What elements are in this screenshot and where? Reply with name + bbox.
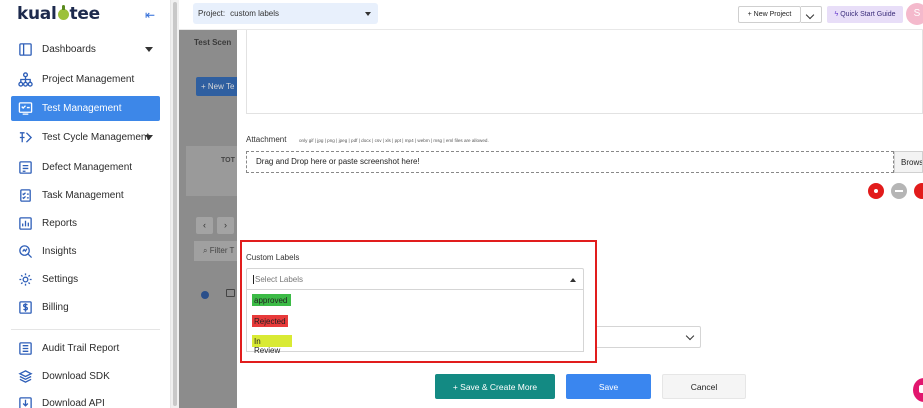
- new-project-dropdown-icon[interactable]: [801, 6, 822, 23]
- lightning-icon: ϟ: [834, 11, 839, 18]
- background-total-label: TOT: [221, 157, 235, 164]
- background-card: [186, 146, 239, 196]
- test-cycle-icon: [17, 130, 33, 146]
- sidebar-item-dashboards[interactable]: Dashboards: [11, 37, 160, 62]
- sidebar-item-task-management[interactable]: Task Management: [11, 183, 160, 208]
- sidebar-item-label: Dashboards: [42, 44, 96, 55]
- background-tab: Test Scen: [194, 38, 232, 47]
- sidebar-item-label: Download SDK: [42, 371, 110, 382]
- download-api-icon: [17, 396, 33, 408]
- save-and-create-more-button[interactable]: + Save & Create More: [435, 374, 555, 399]
- sidebar-item-project-management[interactable]: Project Management: [11, 67, 160, 92]
- sidebar-item-defect-management[interactable]: Defect Management: [11, 155, 160, 180]
- record-icon[interactable]: [868, 183, 884, 199]
- hidden-field-select[interactable]: [597, 326, 701, 348]
- background-new-button: + New Te: [196, 77, 240, 96]
- save-button[interactable]: Save: [566, 374, 651, 399]
- attachment-dropzone[interactable]: Drag and Drop here or paste screenshot h…: [246, 151, 894, 173]
- sidebar-item-label: Billing: [42, 302, 69, 313]
- chevron-down-icon: [145, 47, 153, 52]
- quick-start-guide-button[interactable]: ϟ Quick Start Guide: [827, 6, 903, 23]
- sidebar-item-label: Insights: [42, 246, 77, 257]
- defect-icon: [17, 160, 33, 176]
- sidebar-item-label: Reports: [42, 218, 78, 229]
- chevron-down-icon: [145, 135, 153, 140]
- insights-icon: [17, 244, 33, 260]
- custom-labels-dropdown: [246, 290, 584, 352]
- sidebar-divider: [11, 329, 160, 330]
- sidebar-item-insights[interactable]: Insights: [11, 239, 160, 264]
- browse-button[interactable]: Browse: [894, 151, 923, 173]
- stop-icon[interactable]: [891, 183, 907, 199]
- chevron-down-icon: [365, 12, 371, 16]
- custom-labels-title: Custom Labels: [246, 253, 300, 262]
- search-icon: ⌕: [203, 246, 210, 255]
- settings-icon: [17, 272, 33, 288]
- label-option-in-review[interactable]: In Review: [252, 335, 292, 355]
- task-icon: [17, 188, 33, 204]
- sidebar-item-label: Test Management: [42, 103, 122, 114]
- logo-leaf-icon: [57, 5, 69, 20]
- background-next-icon: ›: [217, 217, 234, 234]
- description-editor[interactable]: [246, 30, 923, 114]
- reports-icon: [17, 216, 33, 232]
- sidebar-item-billing[interactable]: Billing: [11, 295, 160, 320]
- app-root: kual tee ⇤ Dashboards Project Management …: [0, 0, 923, 408]
- text-cursor: [253, 275, 254, 284]
- sidebar-item-download-api[interactable]: Download API: [11, 391, 160, 408]
- sidebar-item-label: Project Management: [42, 74, 135, 85]
- project-selector[interactable]: Project: custom labels: [193, 3, 378, 24]
- project-tree-icon: [17, 72, 33, 88]
- sidebar-item-reports[interactable]: Reports: [11, 211, 160, 236]
- audit-icon: [17, 341, 33, 357]
- sidebar-item-label: Test Cycle Management: [42, 132, 150, 143]
- download-sdk-icon: [17, 369, 33, 385]
- custom-labels-select[interactable]: Select Labels: [246, 268, 584, 290]
- sidebar: kual tee ⇤ Dashboards Project Management …: [0, 0, 171, 408]
- label-option-approved[interactable]: approved: [252, 294, 291, 306]
- background-folder-icon: [226, 289, 235, 297]
- project-value: custom labels: [230, 9, 280, 18]
- attachment-label: Attachment: [246, 135, 287, 144]
- background-filter-input: ⌕ Filter T: [194, 241, 239, 261]
- sidebar-item-label: Settings: [42, 274, 79, 285]
- billing-icon: [17, 300, 33, 316]
- sidebar-item-audit-trail-report[interactable]: Audit Trail Report: [11, 336, 160, 361]
- sidebar-scrollbar[interactable]: [173, 2, 177, 406]
- sidebar-item-label: Audit Trail Report: [42, 343, 120, 354]
- sidebar-item-settings[interactable]: Settings: [11, 267, 160, 292]
- test-management-icon: [17, 101, 33, 117]
- app-logo[interactable]: kual tee: [17, 4, 100, 24]
- sidebar-item-label: Task Management: [42, 190, 124, 201]
- attachment-file-types-hint: only gif | jpg | png | jpeg | pdf | docx…: [299, 138, 489, 143]
- new-project-button[interactable]: + New Project: [738, 6, 801, 23]
- sidebar-item-test-cycle-management[interactable]: Test Cycle Management: [11, 125, 160, 150]
- sidebar-item-label: Defect Management: [42, 162, 133, 173]
- chevron-up-icon: [570, 278, 576, 282]
- sidebar-item-test-management[interactable]: Test Management: [11, 96, 160, 121]
- avatar[interactable]: S: [906, 3, 923, 25]
- screen-capture-icon[interactable]: [914, 183, 923, 199]
- custom-labels-placeholder: Select Labels: [255, 275, 304, 284]
- background-globe-icon: [201, 291, 209, 299]
- label-option-rejected[interactable]: Rejected: [252, 315, 288, 327]
- project-label: Project:: [198, 9, 226, 18]
- dashboard-icon: [17, 42, 33, 58]
- sidebar-item-label: Download API: [42, 398, 105, 408]
- background-prev-icon: ‹: [196, 217, 213, 234]
- sidebar-collapse-icon[interactable]: ⇤: [145, 9, 159, 21]
- cancel-button[interactable]: Cancel: [662, 374, 746, 399]
- sidebar-item-download-sdk[interactable]: Download SDK: [11, 364, 160, 389]
